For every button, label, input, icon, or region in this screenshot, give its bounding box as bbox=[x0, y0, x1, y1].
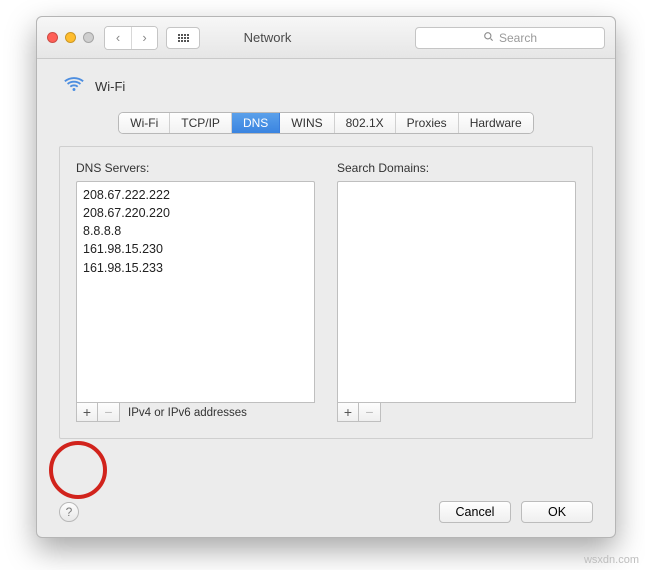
dns-servers-list[interactable]: 208.67.222.222 208.67.220.220 8.8.8.8 16… bbox=[76, 181, 315, 403]
add-dns-server-button[interactable]: + bbox=[76, 402, 98, 422]
tab-hardware[interactable]: Hardware bbox=[459, 113, 533, 133]
window-controls bbox=[47, 32, 94, 43]
search-domains-label: Search Domains: bbox=[337, 161, 576, 175]
help-button[interactable]: ? bbox=[59, 502, 79, 522]
list-item[interactable]: 208.67.222.222 bbox=[83, 186, 308, 204]
dns-panel: DNS Servers: 208.67.222.222 208.67.220.2… bbox=[59, 146, 593, 439]
tab-wifi[interactable]: Wi-Fi bbox=[119, 113, 170, 133]
tab-bar: Wi-Fi TCP/IP DNS WINS 802.1X Proxies Har… bbox=[59, 112, 593, 134]
preferences-window: ‹ › Network Search bbox=[36, 16, 616, 538]
search-domains-buttons: + − bbox=[337, 403, 576, 422]
footer: ? Cancel OK bbox=[59, 501, 593, 523]
search-icon bbox=[483, 31, 494, 45]
search-field[interactable]: Search bbox=[415, 27, 605, 49]
remove-search-domain-button[interactable]: − bbox=[359, 402, 381, 422]
zoom-window-button[interactable] bbox=[83, 32, 94, 43]
watermark: wsxdn.com bbox=[584, 554, 639, 566]
list-item[interactable]: 208.67.220.220 bbox=[83, 204, 308, 222]
titlebar: ‹ › Network Search bbox=[37, 17, 615, 59]
content: Wi-Fi Wi-Fi TCP/IP DNS WINS 802.1X Proxi… bbox=[37, 59, 615, 537]
tab-proxies[interactable]: Proxies bbox=[396, 113, 459, 133]
annotation-circle bbox=[49, 441, 107, 499]
tab-tcpip[interactable]: TCP/IP bbox=[170, 113, 232, 133]
connection-header: Wi-Fi bbox=[63, 75, 593, 98]
tab-8021x[interactable]: 802.1X bbox=[335, 113, 396, 133]
wifi-icon bbox=[63, 75, 85, 98]
tab-dns[interactable]: DNS bbox=[232, 113, 280, 133]
tabs: Wi-Fi TCP/IP DNS WINS 802.1X Proxies Har… bbox=[118, 112, 533, 134]
connection-name: Wi-Fi bbox=[95, 79, 125, 94]
dns-servers-buttons: + − IPv4 or IPv6 addresses bbox=[76, 403, 315, 422]
list-item[interactable]: 161.98.15.230 bbox=[83, 240, 308, 258]
remove-dns-server-button[interactable]: − bbox=[98, 402, 120, 422]
ok-button[interactable]: OK bbox=[521, 501, 593, 523]
cancel-button[interactable]: Cancel bbox=[439, 501, 511, 523]
search-domains-list[interactable] bbox=[337, 181, 576, 403]
dns-servers-label: DNS Servers: bbox=[76, 161, 315, 175]
dns-hint: IPv4 or IPv6 addresses bbox=[128, 407, 247, 419]
search-placeholder: Search bbox=[499, 31, 537, 45]
list-item[interactable]: 161.98.15.233 bbox=[83, 259, 308, 277]
tab-wins[interactable]: WINS bbox=[280, 113, 334, 133]
search-domains-column: Search Domains: + − bbox=[337, 161, 576, 422]
minimize-window-button[interactable] bbox=[65, 32, 76, 43]
list-item[interactable]: 8.8.8.8 bbox=[83, 222, 308, 240]
window-title: Network bbox=[120, 30, 415, 45]
close-window-button[interactable] bbox=[47, 32, 58, 43]
dns-servers-column: DNS Servers: 208.67.222.222 208.67.220.2… bbox=[76, 161, 315, 422]
add-search-domain-button[interactable]: + bbox=[337, 402, 359, 422]
